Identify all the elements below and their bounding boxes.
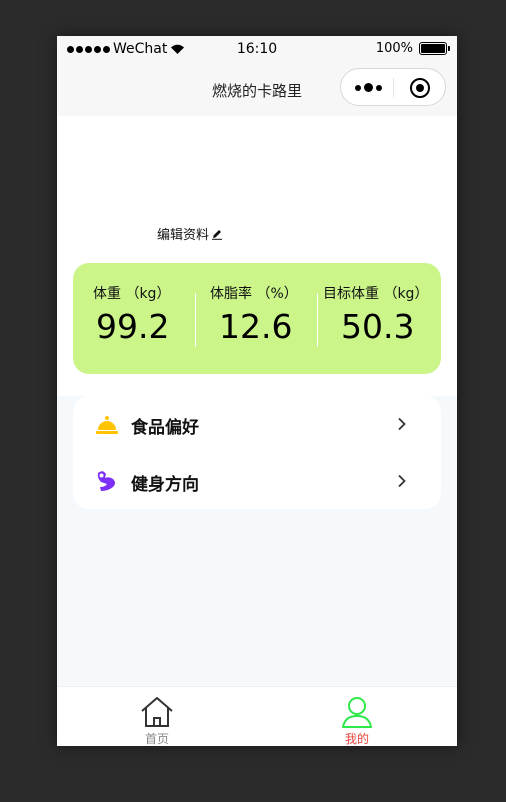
chevron-right-icon bbox=[398, 474, 406, 488]
muscle-arm-icon bbox=[97, 471, 115, 491]
body-stats-card: 体重 （kg） 99.2 体脂率 （%） 12.6 目标体重 （kg） 50.3 bbox=[73, 263, 441, 374]
battery-percent: 100% bbox=[375, 41, 413, 56]
menu-item-fitness-direction[interactable]: 健身方向 bbox=[73, 453, 441, 509]
capsule-divider bbox=[393, 78, 394, 97]
home-icon bbox=[141, 697, 173, 727]
profile-section: 编辑资料 体重 （kg） 99.2 体脂率 （%） 12.6 目标体重 （kg）… bbox=[57, 116, 457, 396]
more-icon[interactable] bbox=[355, 83, 382, 92]
tab-bar: 首页 我的 bbox=[57, 686, 457, 746]
stat-label: 体脂率 （%） bbox=[210, 286, 298, 302]
mini-program-capsule bbox=[340, 68, 446, 106]
menu-item-label: 食品偏好 bbox=[131, 418, 199, 438]
menu-item-food-preference[interactable]: 食品偏好 bbox=[73, 396, 441, 452]
stat-label: 体重 （kg） bbox=[93, 286, 171, 302]
pencil-icon bbox=[212, 229, 223, 240]
stat-value: 12.6 bbox=[219, 307, 293, 346]
battery-info: 100% bbox=[375, 41, 450, 56]
user-icon bbox=[342, 697, 372, 728]
stat-weight[interactable]: 体重 （kg） 99.2 bbox=[73, 263, 195, 374]
menu-item-label: 健身方向 bbox=[131, 475, 199, 495]
stat-label: 目标体重 （kg） bbox=[323, 286, 429, 302]
status-bar: WeChat 16:10 100% bbox=[57, 36, 457, 64]
settings-menu: 食品偏好 健身方向 bbox=[73, 396, 441, 509]
tab-mine[interactable]: 我的 bbox=[257, 687, 457, 746]
stat-value: 99.2 bbox=[96, 307, 170, 346]
stat-body-fat[interactable]: 体脂率 （%） 12.6 bbox=[196, 263, 317, 374]
tab-label: 首页 bbox=[144, 732, 169, 746]
chevron-right-icon bbox=[398, 417, 406, 431]
close-icon[interactable] bbox=[410, 78, 430, 98]
tab-home[interactable]: 首页 bbox=[57, 687, 257, 746]
edit-profile-label: 编辑资料 bbox=[157, 228, 210, 243]
phone-screen: WeChat 16:10 100% 燃烧的卡路里 编辑资料 体重 （kg） 99… bbox=[57, 36, 457, 746]
tab-label: 我的 bbox=[344, 732, 369, 746]
battery-icon bbox=[419, 42, 450, 55]
nav-bar: 燃烧的卡路里 bbox=[57, 64, 457, 116]
food-cloche-icon bbox=[96, 416, 118, 434]
edit-profile-button[interactable]: 编辑资料 bbox=[157, 224, 223, 243]
stat-target-weight[interactable]: 目标体重 （kg） 50.3 bbox=[318, 263, 441, 374]
stat-value: 50.3 bbox=[341, 307, 415, 346]
